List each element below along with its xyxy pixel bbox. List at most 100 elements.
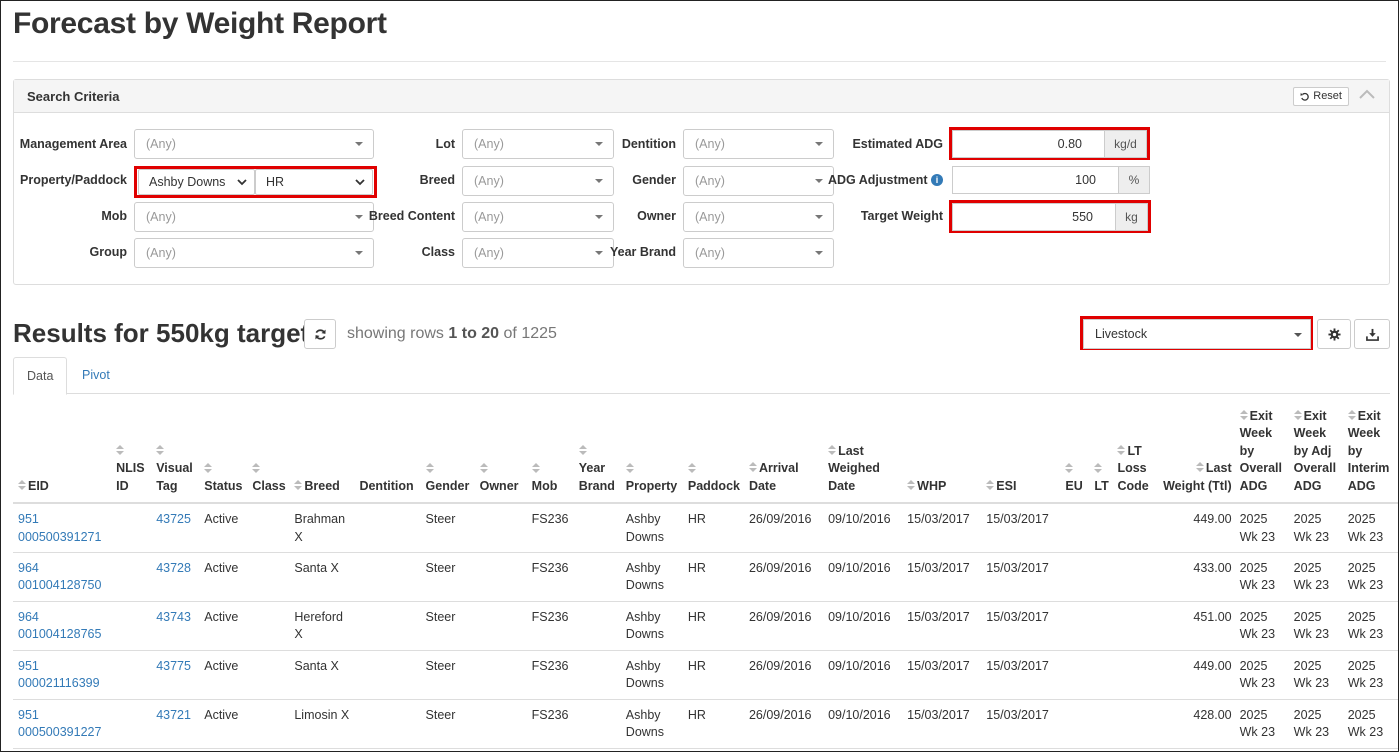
col-breed[interactable]: Breed bbox=[289, 405, 355, 504]
sort-icon bbox=[907, 479, 916, 491]
col-class[interactable]: Class bbox=[247, 405, 290, 504]
cell-mob: FS236 bbox=[526, 650, 574, 700]
group-select[interactable]: (Any) bbox=[134, 238, 374, 268]
col-exit-week-overall-label: Exit Week by Overall ADG bbox=[1239, 408, 1282, 493]
col-last-weight[interactable]: Last Weight (Ttl) bbox=[1154, 405, 1235, 504]
year-brand-select[interactable]: (Any) bbox=[683, 238, 834, 268]
visual-tag-link[interactable]: 43743 bbox=[156, 610, 191, 624]
cell-property: Ashby Downs bbox=[620, 503, 683, 553]
tab-data[interactable]: Data bbox=[13, 357, 68, 395]
class-select[interactable]: (Any) bbox=[462, 238, 614, 268]
col-property-label: Property bbox=[625, 478, 678, 493]
cell-property: Ashby Downs bbox=[620, 552, 683, 602]
col-eid[interactable]: EID bbox=[13, 405, 112, 504]
showing-range: 1 to 20 bbox=[448, 325, 500, 342]
col-whp[interactable]: WHP bbox=[902, 405, 982, 504]
col-lt-loss-code[interactable]: LT Loss Code bbox=[1112, 405, 1155, 504]
col-arrival-date[interactable]: Arrival Date bbox=[743, 405, 824, 504]
table-row[interactable]: 951 000021116399 43775 Active Santa X Steer F… bbox=[13, 650, 1398, 700]
dentition-select[interactable]: (Any) bbox=[683, 129, 834, 159]
col-nlis-id-label: NLIS ID bbox=[116, 461, 145, 493]
gear-icon bbox=[1327, 327, 1341, 341]
col-exit-week-interim-label: Exit Week by Interim ADG bbox=[1347, 408, 1390, 493]
cell-exit-overall: 2025 Wk 23 bbox=[1234, 699, 1289, 749]
chevron-up-icon[interactable] bbox=[1357, 85, 1377, 105]
cell-class bbox=[247, 650, 290, 700]
col-owner[interactable]: Owner bbox=[474, 405, 527, 504]
col-status[interactable]: Status bbox=[199, 405, 248, 504]
eid-link[interactable]: 951 000500391271 bbox=[18, 512, 101, 544]
visual-tag-link[interactable]: 43775 bbox=[156, 659, 191, 673]
col-nlis-id[interactable]: NLIS ID bbox=[111, 405, 152, 504]
sort-icon bbox=[578, 445, 587, 456]
cell-last-weighed: 09/10/2016 bbox=[823, 650, 903, 700]
col-year-brand[interactable]: Year Brand bbox=[573, 405, 621, 504]
search-criteria-header[interactable]: Search Criteria Reset bbox=[14, 80, 1389, 113]
col-last-weighed-date[interactable]: Last Weighed Date bbox=[823, 405, 903, 504]
col-gender[interactable]: Gender bbox=[420, 405, 475, 504]
col-exit-week-adj[interactable]: Exit Week by Adj Overall ADG bbox=[1288, 405, 1343, 504]
table-row[interactable]: 964 001004128765 43743 Active Hereford X Ste… bbox=[13, 601, 1398, 651]
target-weight-input[interactable]: 550 bbox=[952, 203, 1116, 231]
col-mob[interactable]: Mob bbox=[526, 405, 574, 504]
col-lt[interactable]: LT bbox=[1089, 405, 1113, 504]
search-criteria-panel: Search Criteria Reset Management Area (A… bbox=[13, 79, 1390, 285]
cell-gender: Steer bbox=[420, 552, 475, 602]
tab-pivot[interactable]: Pivot bbox=[69, 357, 123, 394]
table-row[interactable]: 951 000500391227 43721 Active Limosin X Stee… bbox=[13, 699, 1398, 749]
breed-content-select[interactable]: (Any) bbox=[462, 202, 614, 232]
breed-content-label: Breed Content bbox=[368, 209, 455, 223]
property-select[interactable]: Ashby Downs bbox=[138, 169, 255, 195]
results-tabs: Data Pivot bbox=[13, 357, 1390, 395]
mob-select[interactable]: (Any) bbox=[134, 202, 374, 232]
eid-link[interactable]: 951 000500391227 bbox=[18, 708, 101, 740]
col-eid-label: EID bbox=[28, 478, 49, 493]
col-exit-week-adj-label: Exit Week by Adj Overall ADG bbox=[1293, 408, 1337, 493]
settings-button[interactable] bbox=[1317, 319, 1351, 349]
property-paddock-label: Property/Paddock bbox=[20, 173, 127, 187]
col-exit-week-interim[interactable]: Exit Week by Interim ADG bbox=[1342, 405, 1398, 504]
view-type-select[interactable]: Livestock bbox=[1083, 319, 1311, 349]
cell-breed: Santa X bbox=[289, 650, 355, 700]
visual-tag-link[interactable]: 43728 bbox=[156, 561, 191, 575]
eid-link[interactable]: 964 001004128750 bbox=[18, 561, 101, 593]
showing-prefix: showing rows bbox=[347, 325, 444, 342]
owner-label: Owner bbox=[637, 209, 676, 223]
adg-adjustment-input[interactable]: 100 bbox=[952, 166, 1119, 194]
undo-icon bbox=[1300, 92, 1310, 101]
owner-select[interactable]: (Any) bbox=[683, 202, 834, 232]
col-paddock[interactable]: Paddock bbox=[682, 405, 744, 504]
sort-icon bbox=[748, 462, 757, 473]
estimated-adg-label: Estimated ADG bbox=[852, 137, 943, 151]
caret-down-icon bbox=[815, 215, 823, 219]
col-visual-tag[interactable]: Visual Tag bbox=[151, 405, 200, 504]
adg-adjustment-label-text: ADG Adjustment bbox=[827, 173, 928, 187]
lot-label: Lot bbox=[435, 137, 455, 151]
eid-link[interactable]: 964 001004128765 bbox=[18, 610, 101, 642]
col-esi[interactable]: ESI bbox=[981, 405, 1061, 504]
col-exit-week-overall[interactable]: Exit Week by Overall ADG bbox=[1234, 405, 1289, 504]
paddock-select[interactable]: HR bbox=[255, 169, 373, 195]
download-button[interactable] bbox=[1354, 319, 1390, 349]
cell-class bbox=[247, 552, 290, 602]
col-eu[interactable]: EU bbox=[1060, 405, 1090, 504]
breed-select[interactable]: (Any) bbox=[462, 166, 614, 196]
visual-tag-link[interactable]: 43725 bbox=[156, 512, 191, 526]
eid-link[interactable]: 951 000021116399 bbox=[18, 659, 100, 691]
caret-down-icon bbox=[355, 215, 363, 219]
visual-tag-link[interactable]: 43721 bbox=[156, 708, 191, 722]
table-row[interactable]: 964 001004128750 43728 Active Santa X Steer F… bbox=[13, 552, 1398, 602]
col-dentition[interactable]: Dentition bbox=[354, 405, 421, 504]
info-icon[interactable]: i bbox=[931, 174, 943, 186]
lot-select[interactable]: (Any) bbox=[462, 129, 614, 159]
estimated-adg-input[interactable]: 0.80 bbox=[952, 130, 1105, 158]
col-property[interactable]: Property bbox=[620, 405, 683, 504]
gender-select[interactable]: (Any) bbox=[683, 166, 834, 196]
cell-nlis bbox=[111, 503, 152, 553]
view-type-value: Livestock bbox=[1095, 327, 1148, 341]
cell-nlis bbox=[111, 650, 152, 700]
refresh-button[interactable] bbox=[304, 319, 336, 349]
table-row[interactable]: 951 000500391271 43725 Active Brahman X Stee… bbox=[13, 503, 1398, 553]
reset-button[interactable]: Reset bbox=[1293, 87, 1349, 106]
management-area-select[interactable]: (Any) bbox=[134, 129, 374, 159]
